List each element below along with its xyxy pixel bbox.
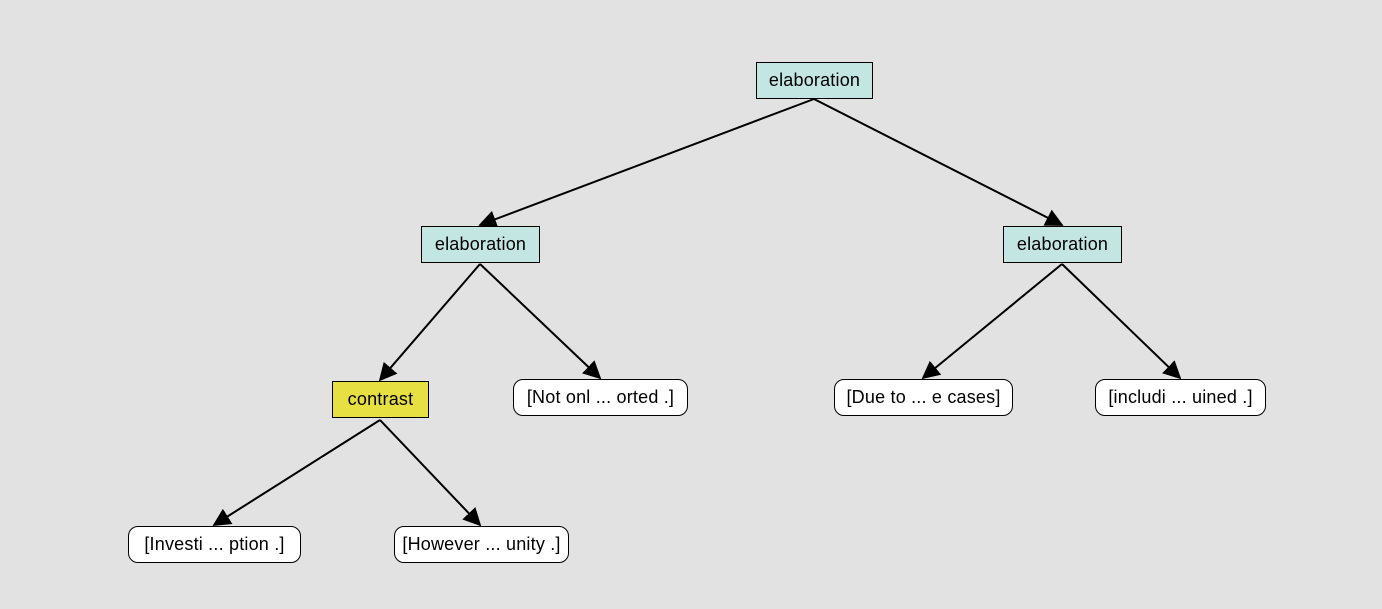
edge: [814, 99, 1062, 225]
edge: [480, 264, 600, 378]
leaf-not-onl[interactable]: [Not onl ... orted .]: [513, 379, 688, 416]
node-right-elaboration[interactable]: elaboration: [1003, 226, 1122, 263]
node-label: [includi ... uined .]: [1108, 387, 1252, 408]
node-label: [Not onl ... orted .]: [527, 387, 674, 408]
edge: [380, 264, 480, 380]
node-label: [However ... unity .]: [402, 534, 560, 555]
tree-diagram: elaboration elaboration elaboration cont…: [0, 0, 1382, 609]
leaf-due-to[interactable]: [Due to ... e cases]: [834, 379, 1013, 416]
edge: [1062, 264, 1180, 378]
node-label: elaboration: [1017, 234, 1108, 255]
leaf-however[interactable]: [However ... unity .]: [394, 526, 569, 563]
edge: [380, 420, 480, 525]
node-contrast[interactable]: contrast: [332, 381, 429, 418]
edge: [480, 99, 814, 225]
node-label: elaboration: [435, 234, 526, 255]
node-root-elaboration[interactable]: elaboration: [756, 62, 873, 99]
leaf-includi[interactable]: [includi ... uined .]: [1095, 379, 1266, 416]
leaf-investi[interactable]: [Investi ... ption .]: [128, 526, 301, 563]
node-label: [Due to ... e cases]: [846, 387, 1000, 408]
edge-layer: [0, 0, 1382, 609]
edge: [214, 420, 380, 525]
node-left-elaboration[interactable]: elaboration: [421, 226, 540, 263]
node-label: elaboration: [769, 70, 860, 91]
edge: [923, 264, 1062, 378]
node-label: [Investi ... ption .]: [144, 534, 284, 555]
node-label: contrast: [348, 389, 414, 410]
